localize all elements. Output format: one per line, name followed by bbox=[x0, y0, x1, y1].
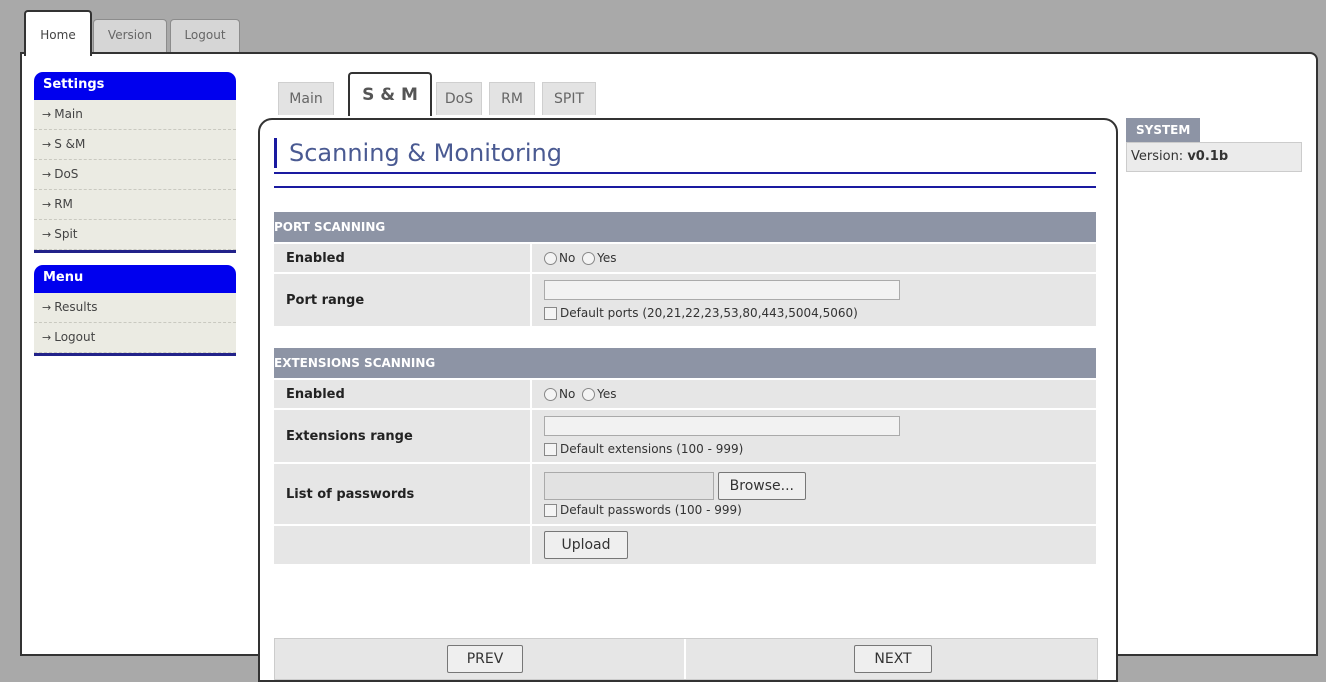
section-header: EXTENSIONS SCANNING bbox=[274, 348, 1096, 380]
arrow-right-icon: → bbox=[42, 331, 52, 344]
default-ports-checkbox[interactable] bbox=[544, 307, 557, 320]
radio-label: Yes bbox=[597, 387, 617, 401]
upload-button[interactable]: Upload bbox=[544, 531, 628, 559]
radio-label: Yes bbox=[597, 251, 617, 265]
arrow-right-icon: → bbox=[42, 198, 52, 211]
sidebar-item-label: Main bbox=[54, 107, 83, 121]
page-title: Scanning & Monitoring bbox=[274, 138, 562, 168]
arrow-right-icon: → bbox=[42, 108, 52, 121]
version-label: Version: bbox=[1131, 149, 1184, 164]
checkbox-label: Default passwords (100 - 999) bbox=[560, 502, 742, 517]
sidebar-item-label: Results bbox=[54, 300, 98, 314]
radio-yes[interactable] bbox=[582, 252, 596, 265]
radio-label: No bbox=[559, 387, 576, 401]
field-label: Extensions range bbox=[274, 409, 532, 464]
sidebar-item-results[interactable]: → Results bbox=[34, 293, 236, 323]
radio-yes[interactable] bbox=[582, 388, 596, 401]
arrow-right-icon: → bbox=[42, 138, 52, 151]
sidebar-item-rm[interactable]: → RM bbox=[34, 190, 236, 220]
extensions-range-input[interactable] bbox=[544, 416, 900, 436]
sidebar-item-main[interactable]: → Main bbox=[34, 100, 236, 130]
title-rule bbox=[274, 172, 1096, 174]
navigation-row: PREV NEXT bbox=[274, 638, 1098, 680]
next-button[interactable]: NEXT bbox=[854, 645, 932, 673]
system-title: SYSTEM bbox=[1126, 118, 1201, 142]
field-label: Enabled bbox=[274, 243, 532, 274]
radio-no[interactable] bbox=[544, 252, 557, 265]
sidebar-item-logout[interactable]: → Logout bbox=[34, 323, 236, 353]
tab-main[interactable]: Main bbox=[278, 82, 334, 115]
port-range-input[interactable] bbox=[544, 280, 900, 300]
extensions-enabled-radios: No Yes bbox=[531, 379, 1096, 410]
radio-label: No bbox=[559, 251, 576, 265]
sidebar-menu-title: Menu bbox=[34, 265, 236, 293]
arrow-right-icon: → bbox=[42, 301, 52, 314]
field-label-empty bbox=[274, 525, 532, 566]
content-panel: Scanning & Monitoring PORT SCANNING Enab… bbox=[258, 118, 1118, 682]
field-label: Enabled bbox=[274, 379, 532, 410]
extensions-scanning-table: EXTENSIONS SCANNING Enabled No Yes Exten… bbox=[274, 348, 1096, 566]
default-passwords-checkbox[interactable] bbox=[544, 503, 557, 517]
sidebar-settings-title: Settings bbox=[34, 72, 236, 100]
sidebar-item-label: Spit bbox=[54, 227, 78, 241]
default-extensions-checkbox[interactable] bbox=[544, 443, 557, 456]
system-version: Version: v0.1b bbox=[1126, 142, 1302, 172]
sidebar-item-label: RM bbox=[54, 197, 73, 211]
browse-button[interactable]: Browse... bbox=[717, 471, 806, 500]
checkbox-label: Default ports (20,21,22,23,53,80,443,500… bbox=[560, 306, 858, 320]
nav-next-cell: NEXT bbox=[686, 639, 1095, 679]
nav-prev-cell: PREV bbox=[275, 639, 686, 679]
password-file-input[interactable] bbox=[544, 471, 714, 500]
sidebar-item-spit[interactable]: → Spit bbox=[34, 220, 236, 250]
tab-sm[interactable]: S & M bbox=[348, 72, 432, 116]
sidebar-item-label: S &M bbox=[54, 137, 86, 151]
field-label: Port range bbox=[274, 273, 532, 328]
port-scanning-table: PORT SCANNING Enabled No Yes Port range … bbox=[274, 212, 1096, 328]
radio-no[interactable] bbox=[544, 388, 557, 401]
sidebar-divider bbox=[34, 250, 236, 253]
arrow-right-icon: → bbox=[42, 168, 52, 181]
main-frame: Settings → Main → S &M → DoS → RM → Spit Menu… bbox=[20, 52, 1318, 682]
tab-rm[interactable]: RM bbox=[489, 82, 535, 115]
tab-home[interactable]: Home bbox=[24, 10, 92, 56]
tab-dos[interactable]: DoS bbox=[436, 82, 482, 115]
sidebar-item-sm[interactable]: → S &M bbox=[34, 130, 236, 160]
sidebar-item-label: DoS bbox=[54, 167, 79, 181]
sidebar: Settings → Main → S &M → DoS → RM → Spit Menu… bbox=[34, 72, 236, 368]
sidebar-item-dos[interactable]: → DoS bbox=[34, 160, 236, 190]
checkbox-label: Default extensions (100 - 999) bbox=[560, 442, 744, 456]
section-header: PORT SCANNING bbox=[274, 212, 1096, 244]
port-enabled-radios: No Yes bbox=[531, 243, 1096, 274]
prev-button[interactable]: PREV bbox=[447, 645, 523, 673]
field-label: List of passwords bbox=[274, 463, 532, 526]
tab-spit[interactable]: SPIT bbox=[542, 82, 596, 115]
sidebar-divider bbox=[34, 353, 236, 356]
arrow-right-icon: → bbox=[42, 228, 52, 241]
version-value: v0.1b bbox=[1187, 149, 1229, 164]
system-panel: SYSTEM Version: v0.1b bbox=[1126, 118, 1302, 172]
title-rule bbox=[274, 186, 1096, 188]
sidebar-item-label: Logout bbox=[54, 330, 96, 344]
tab-version[interactable]: Version bbox=[93, 19, 167, 54]
tab-logout[interactable]: Logout bbox=[170, 19, 240, 54]
